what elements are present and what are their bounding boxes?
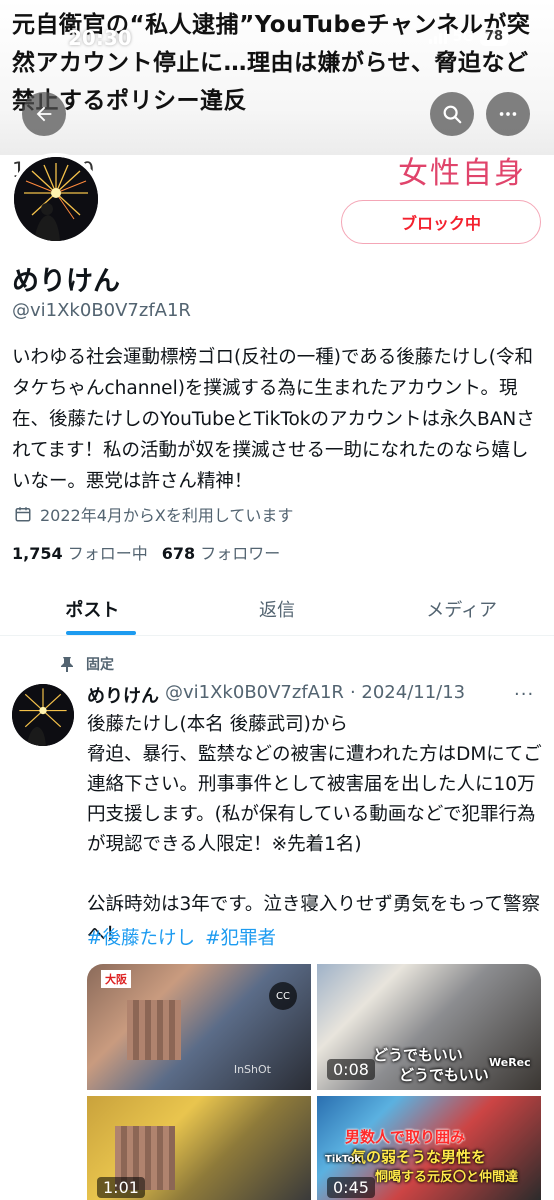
display-name: めりけん [12,266,120,297]
video-caption: どうでもいい [373,1046,463,1064]
post-hashtags: #後藤たけし #犯罪者 [87,924,276,950]
search-icon [443,105,462,124]
video-thumbnail[interactable]: 大阪 CC InShOt [87,964,311,1090]
post-more-button[interactable]: ··· [514,684,534,705]
post-header: めりけん @vi1Xk0B0V7zfA1R · 2024/11/13 [87,682,465,708]
back-button[interactable] [22,92,66,136]
pinned-label: 固定 [86,657,114,673]
video-thumbnail[interactable]: 1:01 [87,1096,311,1200]
watermark: InShOt [233,1063,271,1076]
following-link[interactable]: 1,754 フォロー中 [12,540,148,564]
shop-sign: 大阪 [101,970,131,988]
following-label: フォロー中 [67,544,148,563]
arrow-left-icon [36,106,52,122]
tab-posts[interactable]: ポスト [0,582,185,635]
hashtag-link[interactable]: #犯罪者 [205,924,276,950]
following-count: 1,754 [12,544,63,563]
hashtag-link[interactable]: #後藤たけし [87,924,195,950]
signal-icon [428,30,447,44]
media-grid: 大阪 CC InShOt どうでもいい どうでもいい WeRec 0:08 1:… [87,964,541,1200]
followers-link[interactable]: 678 フォロワー [162,540,281,564]
post-text: 後藤たけし(本名 後藤武司)から 脅迫、暴行、監禁などの被害に遭われた方はDMに… [87,714,542,945]
network-type: 5G [452,29,474,45]
video-caption: 恫喝する元反〇と仲間達 [375,1170,519,1185]
battery-icon: 78 [479,28,508,46]
user-handle: @vi1Xk0B0V7zfA1R [12,300,191,321]
video-caption: 気の弱そうな男性を [351,1148,487,1166]
tab-replies[interactable]: 返信 [185,582,370,635]
post-author-handle[interactable]: @vi1Xk0B0V7zfA1R [165,682,344,708]
profile-tabs: ポスト 返信 メディア [0,582,554,636]
status-bar: 20:30 5G 78 [0,26,554,54]
pin-icon [61,657,73,672]
calendar-icon [15,507,31,522]
video-duration: 1:01 [97,1177,145,1198]
blocked-button[interactable]: ブロック中 [341,200,541,244]
search-button[interactable] [430,92,474,136]
video-thumbnail[interactable]: 男数人で取り囲み 気の弱そうな男性を 恫喝する元反〇と仲間達 TikTok 0:… [317,1096,541,1200]
video-caption: どうでもいい [399,1066,489,1084]
magazine-logo: 女性自身 [398,156,526,191]
status-time: 20:30 [68,26,132,50]
status-indicators: 5G 78 [428,28,508,46]
join-date: 2022年4月からXを利用しています [14,502,293,526]
tab-media[interactable]: メディア [369,582,554,635]
fireworks-image [14,157,98,241]
more-horizontal-icon [499,112,517,116]
video-tag: WeRec [489,1056,531,1069]
profile-bio: いわゆる社会運動標榜ゴロ(反社の一種)である後藤たけし(令和タケちゃんchann… [12,347,535,492]
pinned-indicator: 固定 [60,654,114,674]
video-duration: 0:08 [327,1059,375,1080]
tiktok-logo: TikTok [325,1154,361,1165]
followers-label: フォロワー [200,544,281,563]
video-caption: 男数人で取り囲み [345,1128,466,1146]
post-author-name[interactable]: めりけん [87,682,159,708]
captions-icon: CC [269,982,297,1010]
profile-avatar[interactable] [10,153,102,245]
video-thumbnail[interactable]: どうでもいい どうでもいい WeRec 0:08 [317,964,541,1090]
fireworks-image [12,684,74,746]
follow-stats: 1,754 フォロー中 678 フォロワー [12,540,280,564]
more-options-button[interactable] [486,92,530,136]
followers-count: 678 [161,544,196,563]
post-date[interactable]: · 2024/11/13 [350,682,465,708]
blurred-face [127,1000,181,1060]
join-date-text: 2022年4月からXを利用しています [40,506,294,525]
post-avatar[interactable] [12,684,74,746]
video-duration: 0:45 [327,1177,375,1198]
news-header-banner: 元自衛官の“私人逮捕”YouTubeチャンネルが突然アカウント停止に…理由は嫌が… [0,0,554,155]
